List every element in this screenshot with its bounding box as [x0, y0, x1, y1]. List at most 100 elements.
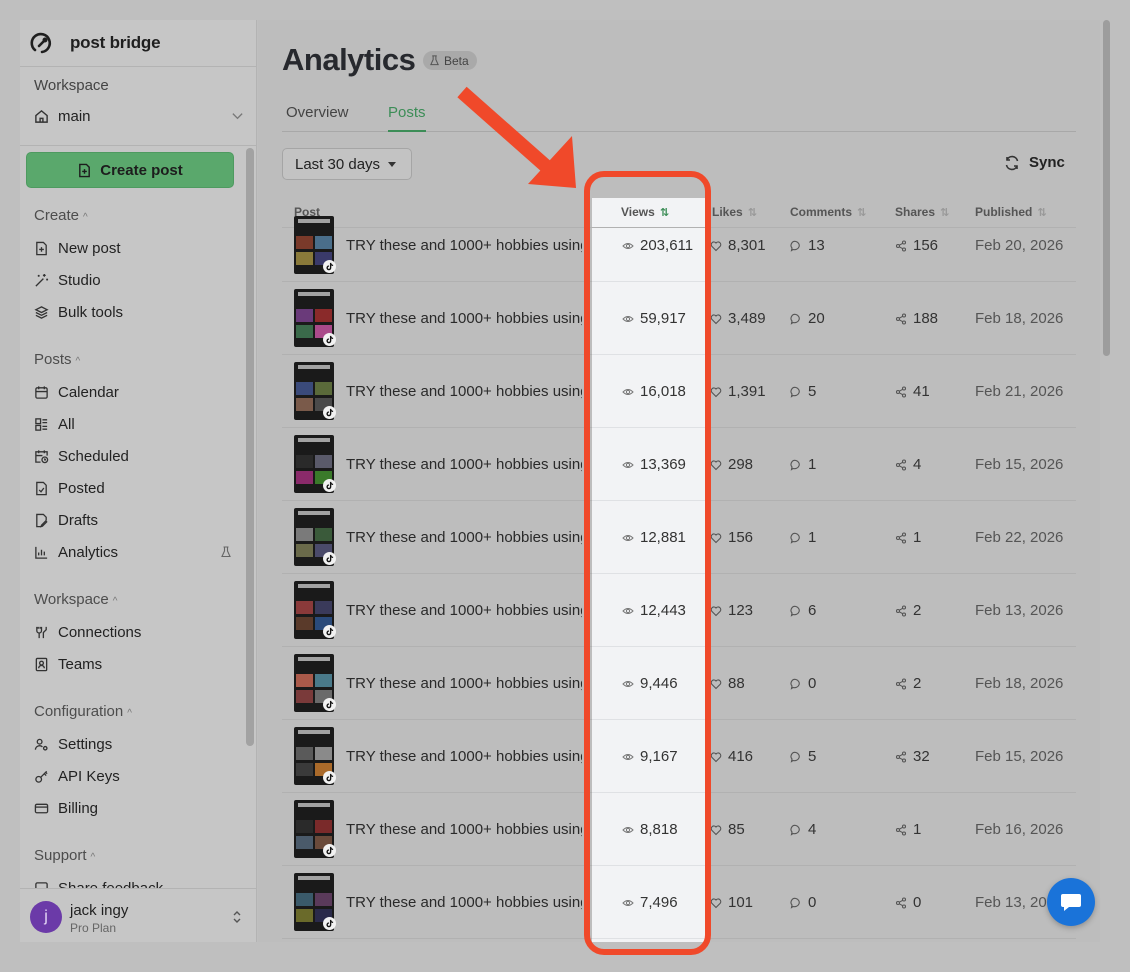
sync-button[interactable]: Sync	[1004, 154, 1065, 171]
post-caption: TRY these and 1000+ hobbies using	[346, 675, 582, 692]
heart-icon	[710, 532, 722, 543]
workspace-select[interactable]: main	[34, 106, 244, 126]
sidebar-item-analytics[interactable]: Analytics	[34, 541, 234, 563]
comments-value: 4	[808, 821, 817, 838]
comments-cell: 1	[790, 529, 816, 546]
sidebar-item-posted[interactable]: Posted	[34, 477, 234, 499]
sidebar-item-label: Drafts	[58, 511, 99, 529]
comments-value: 0	[808, 675, 817, 692]
published-cell: Feb 16, 2026	[975, 821, 1064, 838]
comments-cell: 5	[790, 748, 816, 765]
tiktok-icon	[323, 698, 336, 711]
chat-button[interactable]	[1047, 878, 1095, 926]
shares-cell: 32	[895, 748, 930, 765]
sidebar-item-drafts[interactable]: Drafts	[34, 509, 234, 531]
chat-icon	[1061, 894, 1081, 911]
share-icon	[895, 823, 907, 836]
comments-cell: 5	[790, 383, 816, 400]
shares-cell: 1	[895, 529, 921, 546]
shares-cell: 2	[895, 602, 921, 619]
likes-cell: 416	[710, 748, 753, 765]
likes-cell: 298	[710, 456, 753, 473]
sidebar-item-bulk-tools[interactable]: Bulk tools	[34, 301, 234, 323]
credit-card-icon	[34, 803, 49, 813]
section-support[interactable]: Support ^	[34, 847, 95, 864]
tiktok-icon	[323, 625, 336, 638]
sync-label: Sync	[1029, 154, 1065, 171]
bar-chart-icon	[35, 546, 48, 559]
likes-cell: 3,489	[710, 310, 766, 327]
likes-cell: 8,301	[710, 237, 766, 254]
post-caption: TRY these and 1000+ hobbies using	[346, 310, 582, 327]
post-caption: TRY these and 1000+ hobbies using	[346, 237, 582, 254]
comment-icon	[790, 313, 800, 325]
share-icon	[895, 385, 907, 398]
likes-cell: 123	[710, 602, 753, 619]
date-range-value: Last 30 days	[295, 155, 381, 173]
heart-icon	[710, 240, 722, 251]
section-workspace[interactable]: Workspace ^	[34, 591, 117, 608]
shares-value: 32	[913, 748, 930, 765]
brand[interactable]: post bridge	[20, 20, 256, 67]
sidebar-item-label: New post	[58, 239, 121, 257]
published-cell: Feb 18, 2026	[975, 675, 1064, 692]
sidebar-item-api-keys[interactable]: API Keys	[34, 765, 234, 787]
shares-value: 4	[913, 456, 922, 473]
sidebar-item-new-post[interactable]: New post	[34, 237, 234, 259]
heart-icon	[710, 459, 722, 470]
comment-icon	[790, 824, 800, 836]
sidebar-scrollbar[interactable]	[246, 148, 254, 746]
sidebar-item-billing[interactable]: Billing	[34, 797, 234, 819]
sidebar-item-studio[interactable]: Studio	[34, 269, 234, 291]
comment-icon	[790, 240, 800, 252]
wand-icon	[35, 273, 49, 287]
home-icon	[35, 109, 48, 123]
section-posts[interactable]: Posts ^	[34, 351, 80, 368]
comments-cell: 1	[790, 456, 816, 473]
share-icon	[895, 312, 907, 325]
tab-posts[interactable]: Posts	[388, 104, 426, 132]
section-create[interactable]: Create ^	[34, 207, 88, 224]
tiktok-icon	[323, 406, 336, 419]
comments-cell: 20	[790, 310, 825, 327]
sidebar-item-label: Analytics	[58, 543, 119, 561]
sidebar-item-teams[interactable]: Teams	[34, 653, 234, 675]
comment-icon	[790, 386, 800, 398]
shares-cell: 0	[895, 894, 921, 911]
create-post-button[interactable]: Create post	[26, 152, 234, 188]
comments-value: 5	[808, 383, 817, 400]
likes-cell: 101	[710, 894, 753, 911]
sidebar-item-settings[interactable]: Settings	[34, 733, 234, 755]
published-cell: Feb 18, 2026	[975, 310, 1064, 327]
published-cell: Feb 15, 2026	[975, 456, 1064, 473]
logo-icon	[30, 32, 52, 54]
sidebar-item-all[interactable]: All	[34, 413, 234, 435]
published-cell: Feb 15, 2026	[975, 748, 1064, 765]
main-scrollbar[interactable]	[1103, 20, 1110, 356]
beta-badge-label: Beta	[444, 53, 469, 68]
sidebar-item-connections[interactable]: Connections	[34, 621, 234, 643]
likes-value: 88	[728, 675, 745, 692]
comments-value: 13	[808, 237, 825, 254]
heart-icon	[710, 751, 722, 762]
calendar-clock-icon	[35, 449, 49, 463]
sidebar-item-scheduled[interactable]: Scheduled	[34, 445, 234, 467]
likes-value: 156	[728, 529, 754, 546]
divider	[20, 145, 256, 146]
section-configuration[interactable]: Configuration ^	[34, 703, 132, 720]
user-name: jack ingy	[70, 902, 129, 919]
comments-value: 1	[808, 529, 817, 546]
section-configuration-label: Configuration	[34, 703, 124, 720]
user-menu[interactable]: j jack ingy Pro Plan	[20, 888, 256, 942]
file-plus-icon	[79, 163, 91, 177]
file-plus-icon	[36, 241, 47, 255]
heart-icon	[710, 313, 722, 324]
published-cell: Feb 13, 2026	[975, 602, 1064, 619]
share-icon	[895, 750, 907, 763]
date-range-select[interactable]: Last 30 days	[282, 148, 412, 180]
sidebar-item-calendar[interactable]: Calendar	[34, 381, 234, 403]
likes-cell: 85	[710, 821, 745, 838]
tab-overview[interactable]: Overview	[286, 104, 349, 132]
likes-cell: 88	[710, 675, 745, 692]
tiktok-icon	[323, 917, 336, 930]
